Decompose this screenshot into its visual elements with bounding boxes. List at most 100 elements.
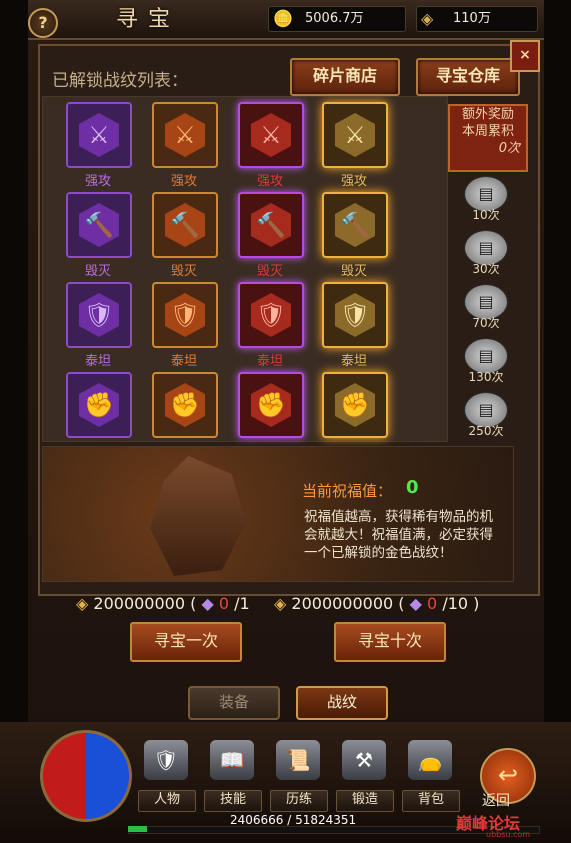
rune-cell-4-4[interactable]: ✊	[322, 372, 388, 438]
reward-chest-label: 30次	[472, 262, 500, 276]
sword-icon: ⚔	[251, 113, 291, 157]
money-display: ◈ 110万	[416, 6, 538, 32]
rune-cell-3-2[interactable]: 🛡	[152, 282, 218, 348]
scroll-icon: 📜	[276, 740, 320, 780]
rune-cell-1-2[interactable]: ⚔	[152, 102, 218, 168]
single-owned: 0	[218, 594, 230, 613]
rune-cell-3-4[interactable]: 🛡	[322, 282, 388, 348]
shield-icon: 🛡	[79, 293, 119, 337]
rune-cell-3-3[interactable]: 🛡	[238, 282, 304, 348]
fist-icon: ✊	[251, 383, 291, 427]
ingot-icon: ◈	[76, 594, 89, 613]
close-icon[interactable]: ×	[510, 40, 540, 72]
rune-cell-2-3[interactable]: 🔨	[238, 192, 304, 258]
sword-icon: ⚔	[79, 113, 119, 157]
gem-icon: ◆	[409, 594, 422, 613]
ten-owned: 0	[427, 594, 438, 613]
ten-gold-cost: 2000000000	[291, 594, 394, 613]
ten-paren-open: (	[398, 594, 405, 613]
rune-cell-3-1[interactable]: 🛡	[66, 282, 132, 348]
help-button[interactable]: ?	[28, 8, 58, 38]
hammer-icon: 🔨	[79, 203, 119, 247]
hammer-icon: 🔨	[251, 203, 291, 247]
watermark-sub: ubbsu.com	[486, 830, 531, 839]
rune-name: 泰坦	[256, 354, 283, 369]
xp-bar-fill	[128, 826, 147, 832]
rune-name: 强攻	[170, 174, 197, 189]
rune-name: 泰坦	[170, 354, 197, 369]
rune-cell-1-3[interactable]: ⚔	[238, 102, 304, 168]
sword-icon: ⚔	[335, 113, 375, 157]
fist-icon: ✊	[79, 383, 119, 427]
nav-label[interactable]: 历练	[270, 790, 328, 812]
reward-chest-label: 10次	[472, 208, 500, 222]
hammer-icon: 🔨	[165, 203, 205, 247]
search-ten-button[interactable]: 寻宝十次	[334, 622, 446, 662]
nav-label[interactable]: 技能	[204, 790, 262, 812]
fist-icon: ✊	[335, 383, 375, 427]
reward-count: 0次	[498, 141, 520, 156]
rune-name: 毁灭	[84, 264, 111, 279]
bag-icon: 👝	[408, 740, 452, 780]
reward-chest-label: 70次	[472, 316, 500, 330]
ten-paren-close: )	[473, 594, 480, 613]
blessing-label: 当前祝福值：	[302, 482, 393, 500]
rune-cell-4-2[interactable]: ✊	[152, 372, 218, 438]
ingot-icon: ◈	[421, 9, 434, 28]
fist-icon: ✊	[165, 383, 205, 427]
reward-chest-label: 250次	[468, 424, 504, 438]
search-once-button[interactable]: 寻宝一次	[130, 622, 242, 662]
rune-cell-2-2[interactable]: 🔨	[152, 192, 218, 258]
tab-rune[interactable]: 战纹	[296, 686, 388, 720]
shield-icon: 🛡	[335, 293, 375, 337]
rune-name: 毁灭	[170, 264, 197, 279]
rune-cell-4-3[interactable]: ✊	[238, 372, 304, 438]
fragment-shop-button[interactable]: 碎片商店	[290, 58, 400, 96]
armor-icon: 🛡	[144, 740, 188, 780]
rune-name: 泰坦	[84, 354, 111, 369]
gold-coin-icon: 🪙	[273, 9, 293, 28]
unlocked-list-label: 已解锁战纹列表：	[52, 71, 188, 91]
nav-item[interactable]: 👝	[400, 740, 460, 796]
tab-equip[interactable]: 装备	[188, 686, 280, 720]
rune-cell-2-1[interactable]: 🔨	[66, 192, 132, 258]
single-need: /1	[234, 594, 250, 613]
rune-cell-1-1[interactable]: ⚔	[66, 102, 132, 168]
treasure-warehouse-button[interactable]: 寻宝仓库	[416, 58, 520, 96]
nav-label[interactable]: 人物	[138, 790, 196, 812]
nav-item[interactable]: 📖	[202, 740, 262, 796]
sword-icon: ⚔	[165, 113, 205, 157]
nav-label[interactable]: 锻造	[336, 790, 394, 812]
ten-cost: ◈ 2000000000 ( ◆ 0 /10 )	[274, 594, 479, 613]
back-label[interactable]: 返回	[482, 790, 510, 810]
ten-need: /10	[442, 594, 469, 613]
page-title: 寻宝	[115, 7, 180, 32]
rune-name: 强攻	[256, 174, 283, 189]
book-icon: 📖	[210, 740, 254, 780]
single-paren-open: (	[190, 594, 197, 613]
rune-name: 毁灭	[256, 264, 283, 279]
hp-mp-orb	[40, 730, 132, 822]
reward-chest-label: 130次	[468, 370, 504, 384]
rune-name: 强攻	[84, 174, 111, 189]
rune-cell-2-4[interactable]: 🔨	[322, 192, 388, 258]
hammer-icon: 🔨	[335, 203, 375, 247]
gem-icon: ◆	[201, 594, 214, 613]
rune-name: 毁灭	[340, 264, 367, 279]
rune-cell-4-1[interactable]: ✊	[66, 372, 132, 438]
blessing-value: 0	[406, 477, 419, 498]
xp-text: 2406666 / 51824351	[230, 813, 357, 827]
rune-name: 泰坦	[340, 354, 367, 369]
nav-item[interactable]: 🛡	[136, 740, 196, 796]
gold-display: 🪙 5006.7万	[268, 6, 406, 32]
money-value: 110万	[453, 11, 491, 26]
nav-item[interactable]: ⚒	[334, 740, 394, 796]
shield-icon: 🛡	[165, 293, 205, 337]
reward-title-1: 额外奖励	[461, 107, 514, 122]
rune-cell-1-4[interactable]: ⚔	[322, 102, 388, 168]
single-gold-cost: 200000000	[93, 594, 186, 613]
anvil-icon: ⚒	[342, 740, 386, 780]
nav-item[interactable]: 📜	[268, 740, 328, 796]
reward-title-2: 本周累积	[461, 124, 514, 139]
nav-label[interactable]: 背包	[402, 790, 460, 812]
